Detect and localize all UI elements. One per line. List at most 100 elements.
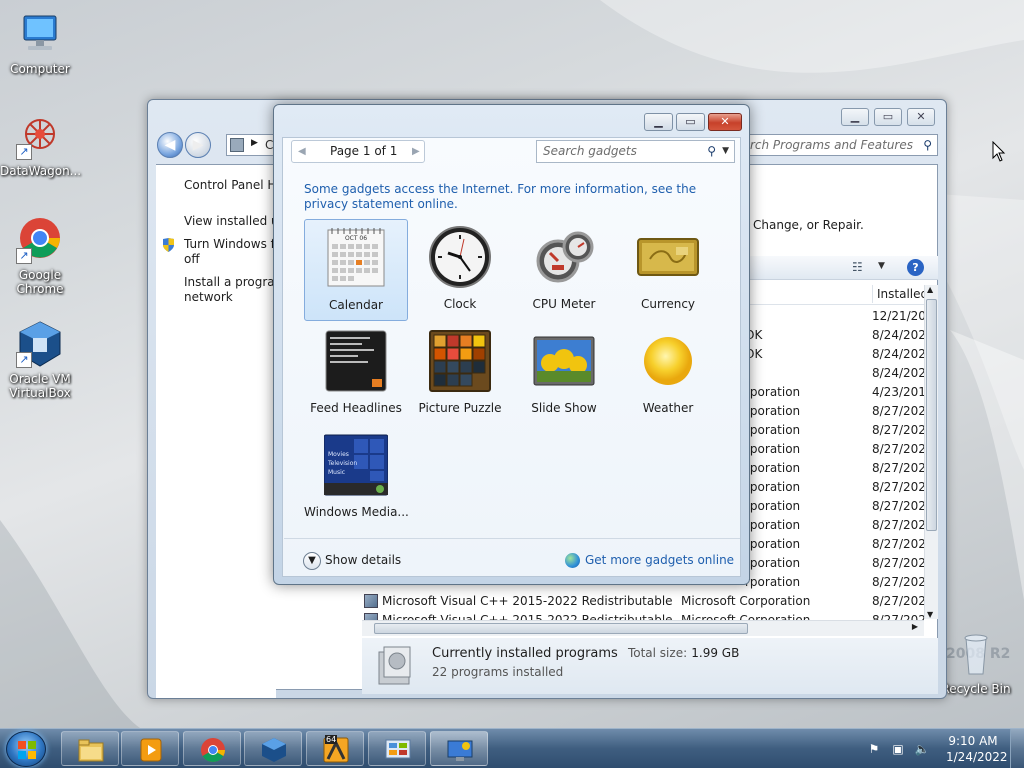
clock-time: 9:10 AM xyxy=(948,734,998,748)
gadget-picture-puzzle[interactable]: Picture Puzzle xyxy=(408,323,512,425)
system-clock[interactable]: 9:10 AM 1/24/2022 xyxy=(946,733,1008,765)
desktop-icon-label: Recycle Bin xyxy=(941,682,1011,696)
program-installed-on: 8/27/2021 xyxy=(872,442,924,456)
virtualbox-icon xyxy=(262,738,286,762)
install-network-link[interactable]: Install a program xyxy=(184,275,286,290)
gadget-currency[interactable]: Currency xyxy=(616,219,720,321)
media-player-icon xyxy=(140,738,162,762)
start-button[interactable] xyxy=(6,731,46,767)
programs-box-icon xyxy=(376,644,414,686)
install-network-link-cont[interactable]: network xyxy=(184,290,233,305)
taskbar-gadgets[interactable] xyxy=(430,731,488,766)
chevron-down-icon[interactable]: ▼ xyxy=(878,261,885,271)
address-bar[interactable]: ▶ C xyxy=(226,134,276,156)
gadget-label: Picture Puzzle xyxy=(418,401,502,415)
gadget-windows-media[interactable]: Movies Television Music Windows Media... xyxy=(304,427,409,529)
forward-button[interactable]: ▶ xyxy=(185,132,211,158)
taskbar-explorer[interactable] xyxy=(61,731,119,766)
internet-notice-link[interactable]: Some gadgets access the Internet. For mo… xyxy=(304,182,704,212)
show-details-button[interactable]: ▼ Show details xyxy=(303,551,401,570)
cpu-meter-icon xyxy=(532,225,596,289)
scroll-down-icon[interactable]: ▼ xyxy=(927,610,933,619)
weather-icon xyxy=(636,329,700,393)
gadgets-icon xyxy=(447,740,473,761)
program-installed-on: 8/27/2021 xyxy=(872,480,924,494)
desktop-icon-computer[interactable]: Computer xyxy=(0,10,80,76)
get-more-gadgets-link[interactable]: Get more gadgets online xyxy=(565,551,734,569)
search-icon[interactable]: ⚲ xyxy=(707,141,716,162)
previous-page-icon[interactable]: ◀ xyxy=(298,141,306,162)
vertical-scroll-thumb[interactable] xyxy=(926,299,937,531)
control-panel-icon xyxy=(230,138,244,152)
cp-maximize-button[interactable]: ▭ xyxy=(874,108,902,126)
windows-features-link-cont[interactable]: off xyxy=(184,252,200,267)
desktop-icon-label: Oracle VM VirtualBox xyxy=(9,372,71,400)
back-button[interactable]: ◀ xyxy=(157,132,183,158)
gadget-feed-headlines[interactable]: Feed Headlines xyxy=(304,323,408,425)
vertical-scrollbar[interactable]: ▲ ▼ xyxy=(924,285,938,619)
cp-search-input[interactable]: Search Programs and Features ⚲ xyxy=(745,134,938,156)
view-options-icon[interactable]: ☷ xyxy=(852,260,863,274)
chevron-down-icon[interactable]: ▼ xyxy=(722,141,729,162)
gadget-weather[interactable]: Weather xyxy=(616,323,720,425)
volume-icon[interactable]: 🔈 xyxy=(914,741,930,757)
taskbar-control-panel[interactable] xyxy=(368,731,426,766)
taskbar-virtualbox[interactable] xyxy=(244,731,302,766)
virtualbox-icon: ↗ xyxy=(16,320,64,368)
horizontal-scroll-thumb[interactable] xyxy=(374,623,748,634)
view-updates-link[interactable]: View installed up xyxy=(184,214,286,229)
program-list-header: Installed xyxy=(748,285,924,305)
address-separator-icon: ▶ xyxy=(251,138,258,148)
get-more-gadgets-label: Get more gadgets online xyxy=(585,553,735,567)
table-row[interactable]: Microsoft Visual C++ 2015-2022 Redistrib… xyxy=(362,592,924,611)
computer-icon xyxy=(16,10,64,58)
gadget-cpu-meter[interactable]: CPU Meter xyxy=(512,219,616,321)
desktop-icon-chrome[interactable]: ↗ Google Chrome xyxy=(0,216,80,296)
program-installed-on: 12/21/2021 xyxy=(872,309,924,323)
help-icon[interactable]: ? xyxy=(907,259,924,276)
horizontal-scrollbar[interactable]: ▶ xyxy=(362,620,924,636)
windows-media-icon: Movies Television Music xyxy=(323,433,389,497)
gadget-slide-show[interactable]: Slide Show xyxy=(512,323,616,425)
desktop-icon-label: DataWagon... xyxy=(0,164,82,178)
gadget-label: Calendar xyxy=(329,298,383,312)
media-menu-item: Movies xyxy=(328,451,349,458)
calendar-icon: OCT 06 xyxy=(324,226,388,290)
desktop-icon-virtualbox[interactable]: ↗ Oracle VM VirtualBox xyxy=(0,320,80,400)
chrome-icon: ↗ xyxy=(16,216,64,264)
search-gadgets-input[interactable]: Search gadgets ⚲ ▼ xyxy=(536,140,735,163)
cp-close-button[interactable]: ✕ xyxy=(907,108,935,126)
control-panel-home-link[interactable]: Control Panel Ho xyxy=(184,178,284,193)
gadget-clock[interactable]: Clock xyxy=(408,219,512,321)
program-installed-on: 8/27/2021 xyxy=(872,461,924,475)
gadgets-close-button[interactable]: ✕ xyxy=(708,113,742,131)
details-pane: Currently installed programs Total size:… xyxy=(362,638,938,694)
show-desktop-button[interactable] xyxy=(1010,729,1024,768)
scroll-up-icon[interactable]: ▲ xyxy=(927,285,933,294)
action-center-icon[interactable]: ⚑ xyxy=(866,741,882,757)
total-size-label: Total size: xyxy=(627,646,688,660)
gadgets-restore-button[interactable]: ▭ xyxy=(676,113,705,131)
media-menu-item: Music xyxy=(328,469,346,476)
scroll-right-icon[interactable]: ▶ xyxy=(912,622,918,631)
installed-on-column-header[interactable]: Installed xyxy=(872,285,924,303)
gadgets-minimize-button[interactable]: ▁ xyxy=(644,113,673,131)
program-installed-on: 8/27/2021 xyxy=(872,404,924,418)
program-installed-on: 8/27/2021 xyxy=(872,556,924,570)
feed-headlines-icon xyxy=(324,329,388,393)
cp-minimize-button[interactable]: ▁ xyxy=(841,108,869,126)
taskbar-media-player[interactable] xyxy=(121,731,179,766)
cp-search-placeholder: Search Programs and Features xyxy=(745,138,913,152)
gadgets-footer-divider xyxy=(284,538,740,539)
program-publisher: Microsoft Corporation xyxy=(681,594,811,608)
taskbar-app-64[interactable]: 64 xyxy=(306,731,364,766)
program-installed-on: 8/27/2021 xyxy=(872,575,924,589)
desktop-icon-recycle-bin[interactable]: Recycle Bin xyxy=(936,630,1016,696)
desktop-icon-datawagon[interactable]: ↗ DataWagon... xyxy=(0,112,82,178)
windows-features-link[interactable]: Turn Windows fe xyxy=(184,237,282,252)
folder-icon xyxy=(78,739,104,762)
gadget-calendar[interactable]: OCT 06 Calendar xyxy=(304,219,408,321)
next-page-icon[interactable]: ▶ xyxy=(412,141,420,162)
network-icon[interactable]: ▣ xyxy=(890,741,906,757)
taskbar-chrome[interactable] xyxy=(183,731,241,766)
